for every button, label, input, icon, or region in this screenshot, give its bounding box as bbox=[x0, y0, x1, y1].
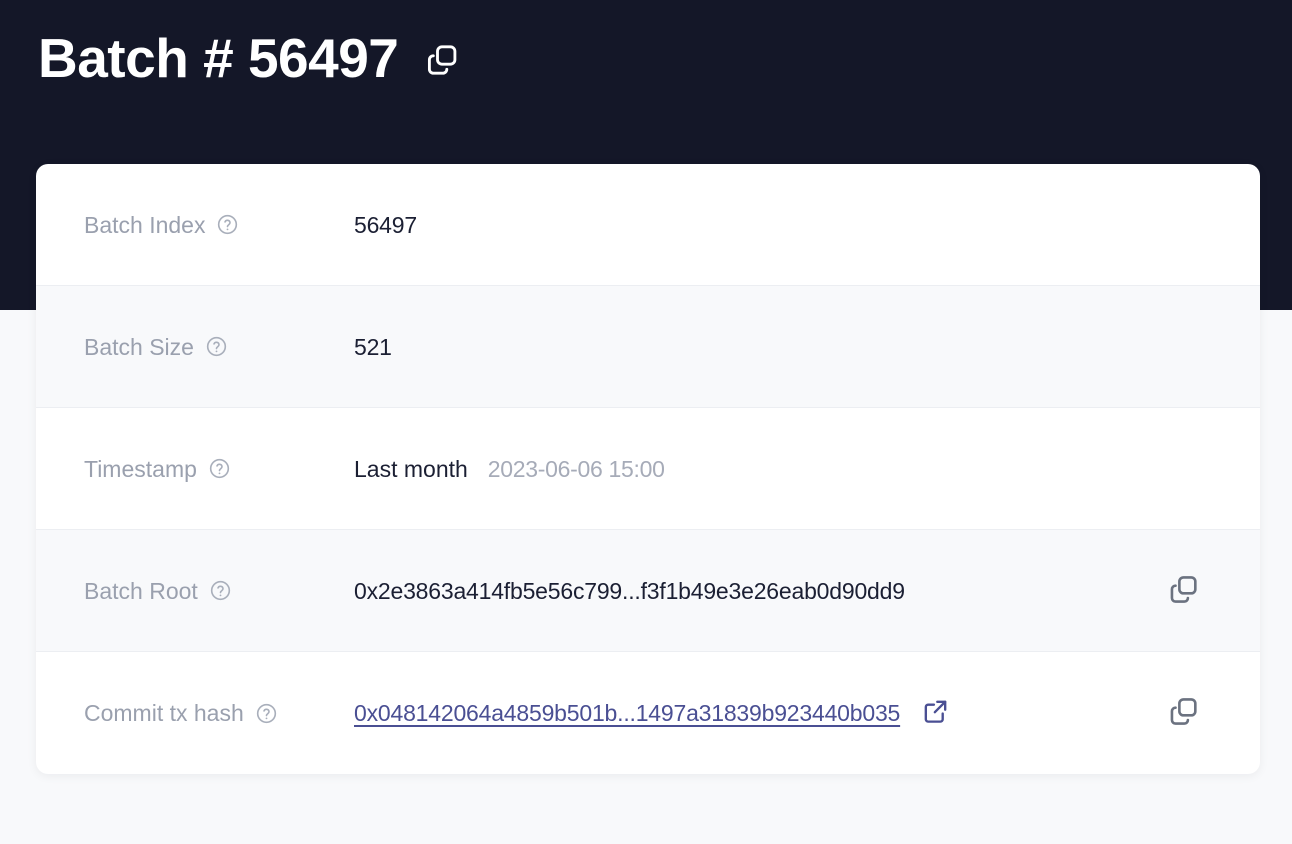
batch-details-card: Batch Index 56497 Batch Size 521 Timesta… bbox=[36, 164, 1260, 774]
row-label-text: Batch Size bbox=[84, 333, 194, 360]
row-label-batch-size: Batch Size bbox=[84, 333, 354, 361]
row-value-batch-index: 56497 bbox=[354, 211, 1212, 239]
external-link-icon bbox=[922, 698, 949, 728]
row-label-timestamp: Timestamp bbox=[84, 455, 354, 483]
copy-icon bbox=[1167, 695, 1200, 731]
batch-size-value: 521 bbox=[354, 333, 392, 360]
commit-tx-hash-link[interactable]: 0x048142064a4859b501b...1497a31839b92344… bbox=[354, 699, 900, 727]
copy-commit-tx-hash-button[interactable] bbox=[1167, 695, 1200, 731]
table-row: Batch Index 56497 bbox=[36, 164, 1260, 286]
row-value-batch-root: 0x2e3863a414fb5e56c799...f3f1b49e3e26eab… bbox=[354, 577, 1212, 605]
open-commit-tx-external-button[interactable] bbox=[922, 698, 949, 728]
help-circle-icon[interactable] bbox=[216, 213, 239, 236]
copy-batch-root-button[interactable] bbox=[1167, 573, 1200, 609]
row-value-batch-size: 521 bbox=[354, 333, 1212, 361]
table-row: Batch Root 0x2e3863a414fb5e56c799...f3f1… bbox=[36, 530, 1260, 652]
row-label-commit-tx-hash: Commit tx hash bbox=[84, 699, 354, 727]
help-circle-icon[interactable] bbox=[205, 335, 228, 358]
page-header: Batch # 56497 bbox=[38, 22, 460, 94]
table-row: Timestamp Last month 2023-06-06 15:00 bbox=[36, 408, 1260, 530]
row-label-text: Commit tx hash bbox=[84, 700, 244, 726]
batch-index-value: 56497 bbox=[354, 211, 417, 238]
timestamp-relative: Last month bbox=[354, 455, 468, 482]
table-row: Batch Size 521 bbox=[36, 286, 1260, 408]
timestamp-absolute: 2023-06-06 15:00 bbox=[487, 455, 665, 482]
copy-icon bbox=[1167, 573, 1200, 609]
row-label-text: Batch Root bbox=[84, 577, 198, 604]
row-label-batch-root: Batch Root bbox=[84, 577, 354, 605]
row-value-commit-tx-hash: 0x048142064a4859b501b...1497a31839b92344… bbox=[354, 698, 1212, 728]
row-label-batch-index: Batch Index bbox=[84, 211, 354, 239]
help-circle-icon[interactable] bbox=[209, 579, 232, 602]
table-row: Commit tx hash 0x048142064a4859b501b...1… bbox=[36, 652, 1260, 774]
copy-batch-number-button[interactable] bbox=[424, 42, 460, 81]
row-label-text: Batch Index bbox=[84, 211, 206, 238]
page-title: Batch # 56497 bbox=[38, 27, 399, 89]
batch-root-value: 0x2e3863a414fb5e56c799...f3f1b49e3e26eab… bbox=[354, 577, 905, 604]
help-circle-icon[interactable] bbox=[255, 702, 278, 725]
row-value-timestamp: Last month 2023-06-06 15:00 bbox=[354, 455, 1212, 483]
row-label-text: Timestamp bbox=[84, 455, 197, 482]
help-circle-icon[interactable] bbox=[208, 457, 231, 480]
copy-icon bbox=[424, 42, 460, 81]
